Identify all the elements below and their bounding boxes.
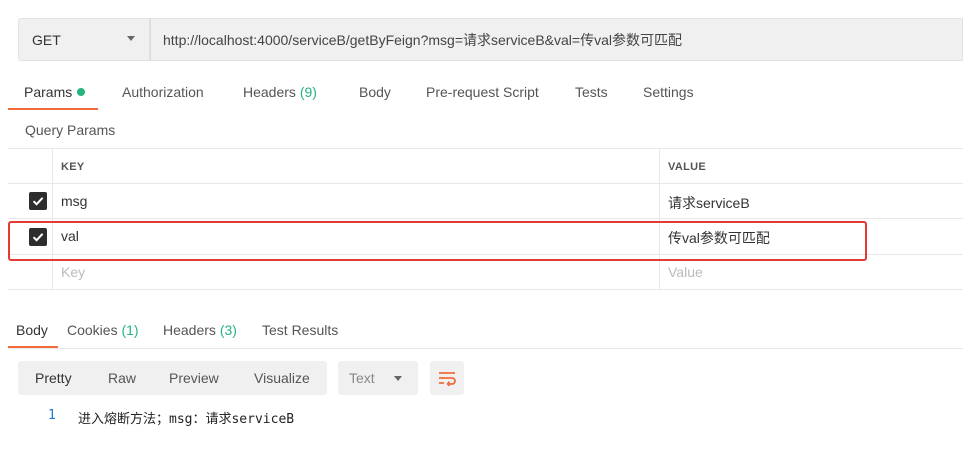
method-select[interactable]: GET xyxy=(18,18,150,61)
tab-label: Headers xyxy=(163,322,216,338)
line-number: 1 xyxy=(48,408,56,423)
table-border xyxy=(52,148,53,289)
format-select[interactable]: Text xyxy=(338,361,418,395)
tab-label: Authorization xyxy=(122,84,204,100)
tab-count: (3) xyxy=(219,322,237,338)
tab-settings[interactable]: Settings xyxy=(643,84,694,100)
tab-label: Body xyxy=(359,84,391,100)
tab-tests[interactable]: Tests xyxy=(575,84,608,100)
chevron-down-icon xyxy=(394,376,402,381)
column-header-value: VALUE xyxy=(668,161,706,173)
tab-count: (1) xyxy=(121,322,139,338)
table-border xyxy=(8,218,963,219)
tab-count: (9) xyxy=(299,84,317,100)
chevron-down-icon xyxy=(127,36,135,41)
response-tabs-divider xyxy=(8,348,963,349)
tab-label: Pre-request Script xyxy=(426,84,539,100)
tab-label: Headers xyxy=(243,84,296,100)
new-value-input[interactable]: Value xyxy=(668,264,703,280)
column-header-key: KEY xyxy=(61,161,85,173)
wrap-lines-button[interactable] xyxy=(430,361,464,395)
wrap-lines-icon xyxy=(439,372,456,386)
tab-label: Tests xyxy=(575,84,608,100)
view-mode-pretty[interactable]: Pretty xyxy=(35,370,72,386)
response-tab-cookies[interactable]: Cookies (1) xyxy=(67,322,139,338)
param-key-cell[interactable]: msg xyxy=(61,193,87,209)
table-border xyxy=(8,183,963,184)
highlight-box xyxy=(8,221,867,261)
tab-headers[interactable]: Headers (9) xyxy=(243,84,317,100)
table-border xyxy=(8,148,963,149)
tab-label: Test Results xyxy=(262,322,339,338)
tab-params[interactable]: Params xyxy=(24,84,86,100)
table-border xyxy=(8,289,963,290)
tab-label: Body xyxy=(16,322,48,338)
url-value: http://localhost:4000/serviceB/getByFeig… xyxy=(163,31,682,48)
view-mode-raw[interactable]: Raw xyxy=(108,370,136,386)
query-params-title: Query Params xyxy=(25,122,116,138)
modified-dot-icon xyxy=(77,88,86,96)
tab-body[interactable]: Body xyxy=(359,84,391,100)
tab-label: Params xyxy=(24,84,73,100)
tab-authorization[interactable]: Authorization xyxy=(122,84,204,100)
format-value: Text xyxy=(349,370,375,386)
tab-label: Settings xyxy=(643,84,694,100)
response-tab-headers[interactable]: Headers (3) xyxy=(163,322,237,338)
table-border xyxy=(659,148,660,289)
response-tab-body[interactable]: Body xyxy=(16,322,48,338)
response-body-text: 进入熔断方法；msg：请求serviceB xyxy=(78,412,295,427)
view-mode-preview[interactable]: Preview xyxy=(169,370,219,386)
response-tab-test-results[interactable]: Test Results xyxy=(262,322,338,338)
view-mode-visualize[interactable]: Visualize xyxy=(254,370,310,386)
method-value: GET xyxy=(32,31,61,48)
row-checkbox[interactable] xyxy=(29,192,47,210)
new-key-input[interactable]: Key xyxy=(61,264,85,280)
view-mode-group: Pretty Raw Preview Visualize xyxy=(18,361,327,395)
tab-label: Cookies xyxy=(67,322,118,338)
param-value-cell[interactable]: 请求serviceB xyxy=(668,193,750,213)
active-tab-underline xyxy=(8,108,98,110)
tab-pre-request-script[interactable]: Pre-request Script xyxy=(426,84,539,100)
url-input[interactable]: http://localhost:4000/serviceB/getByFeig… xyxy=(150,18,963,61)
checkmark-icon xyxy=(32,197,44,206)
